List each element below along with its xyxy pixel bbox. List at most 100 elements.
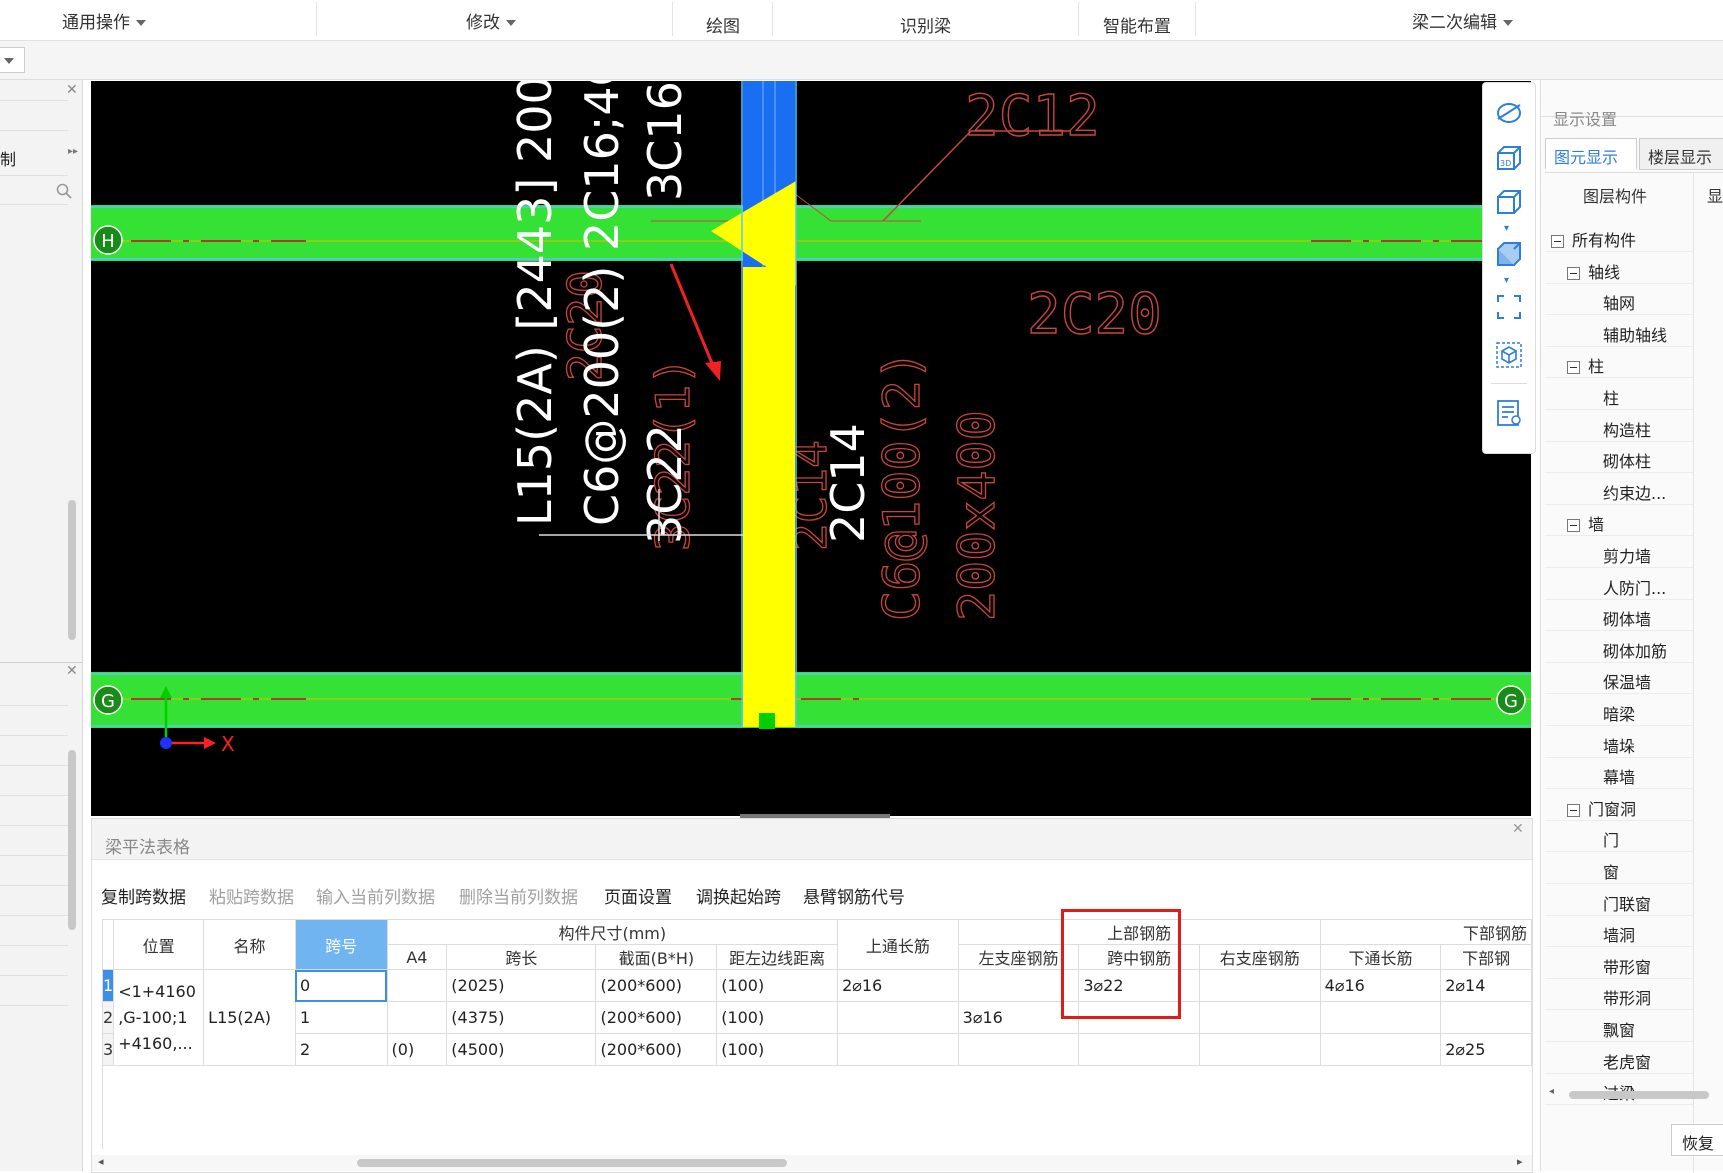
tree-item[interactable]: 柱 [1603,385,1619,409]
close-icon[interactable]: ✕ [1512,821,1524,837]
column-header-right-support[interactable]: 右支座钢筋 [1198,944,1321,970]
chevron-down-icon[interactable]: ▾ [1504,275,1509,286]
column-header-section[interactable]: 截面(B*H) [595,944,718,970]
horizontal-scrollbar[interactable]: ◂ [1549,1086,1723,1100]
drawing-canvas[interactable]: H G G 3C22(1) 2C20 2C14 C6@100(2) 200x40… [91,81,1531,816]
copy-span-button[interactable]: 复制跨数据 [101,883,186,908]
row-number[interactable]: 2 [101,1001,115,1034]
tree-item[interactable]: 窗 [1603,859,1619,883]
cell-a4[interactable]: (0) [386,1033,448,1066]
tree-item[interactable]: 保温墙 [1603,669,1651,693]
chevron-left-icon[interactable]: ◂ [98,1155,104,1168]
beam-h[interactable] [91,205,1531,261]
tree-item[interactable]: 带形洞 [1603,985,1651,1009]
3d-view-icon[interactable]: 3D [1495,145,1523,173]
section-box-icon[interactable] [1495,341,1523,369]
chevron-left-icon[interactable]: ◂ [1549,1086,1554,1097]
tree-item[interactable]: 墙垛 [1603,733,1635,757]
cell-bottom-through[interactable] [1319,1033,1442,1066]
tree-item[interactable]: 轴线 [1567,259,1620,283]
cell-bottom-through[interactable]: 4⌀16 [1319,969,1442,1002]
scrollbar-thumb[interactable] [1569,1091,1709,1099]
row-number[interactable]: 3 [101,1033,115,1066]
tree-item[interactable]: 墙洞 [1603,922,1635,946]
tree-item[interactable]: 约束边... [1603,480,1666,504]
collapse-icon[interactable] [1567,803,1580,817]
cantilever-code-button[interactable]: 悬臂钢筋代号 [803,883,905,908]
cell-right-support[interactable] [1198,1033,1321,1066]
input-column-button[interactable]: 输入当前列数据 [316,883,435,908]
cell-section[interactable]: (200*600) [595,1001,718,1034]
column-header-span-length[interactable]: 跨长 [446,944,597,970]
column-header-bottom-part[interactable]: 下部钢 [1440,944,1532,970]
cell-bottom-part[interactable] [1440,1001,1532,1034]
tree-item[interactable]: 砌体加筋 [1603,638,1667,662]
cell-top-through[interactable]: 2⌀16 [837,969,959,1002]
column-header-top-through[interactable]: 上通长筋 [837,919,959,970]
column-header-span[interactable]: 跨号 [294,919,388,970]
ribbon-group-general[interactable]: 通用操作 [62,8,146,33]
delete-column-button[interactable]: 删除当前列数据 [459,883,578,908]
scrollbar[interactable] [68,500,76,640]
cell-bottom-through[interactable] [1319,1001,1442,1034]
search-icon[interactable] [56,183,72,199]
paste-span-button[interactable]: 粘贴跨数据 [209,883,294,908]
cell-name[interactable]: L15(2A) [203,969,296,1066]
scrollbar-thumb[interactable] [357,1159,787,1167]
cell-section[interactable]: (200*600) [595,1033,718,1066]
left-panel-item[interactable]: 制 [0,146,16,170]
display-list-icon[interactable] [1495,399,1523,427]
ribbon-group-draw[interactable]: 绘图 [706,12,740,37]
tree-item[interactable]: 柱 [1567,353,1604,377]
ribbon-group-identify-beam[interactable]: 识别梁 [900,12,951,37]
tree-item[interactable]: 轴网 [1603,290,1635,314]
column-header-bottom-through[interactable]: 下通长筋 [1319,944,1442,970]
cell-position[interactable]: <1+4160 ,G-100;1 +4160,... [113,969,205,1066]
cell-left-edge[interactable]: (100) [716,1033,839,1066]
expand-icon[interactable]: ▸▸ [68,146,78,157]
column-header-position[interactable]: 位置 [113,919,205,970]
fit-view-icon[interactable] [1495,293,1523,321]
chevron-down-icon[interactable]: ▾ [1504,223,1509,234]
cell-span[interactable]: 1 [294,1001,388,1034]
cell-bottom-part[interactable]: 2⌀25 [1440,1033,1532,1066]
collapse-icon[interactable] [1567,519,1580,533]
cell-a4[interactable] [386,1001,448,1034]
close-icon[interactable]: ✕ [66,663,78,679]
ribbon-group-smart-layout[interactable]: 智能布置 [1103,12,1171,37]
collapse-icon[interactable] [1551,235,1564,248]
cell-left-edge[interactable]: (100) [716,969,839,1002]
tab-element-display[interactable]: 图元显示 [1545,138,1637,170]
tree-item[interactable]: 老虎窗 [1603,1049,1651,1073]
grip-point[interactable] [759,713,775,729]
tree-item[interactable]: 辅助轴线 [1603,322,1667,346]
tree-item[interactable]: 飘窗 [1603,1017,1635,1041]
collapse-icon[interactable] [1567,266,1580,280]
tab-floor-display[interactable]: 楼层显示 [1639,138,1723,170]
cell-span-length[interactable]: (4375) [446,1001,597,1034]
tree-item[interactable]: 门 [1603,827,1619,851]
cell-mid-span[interactable] [1078,1033,1200,1066]
box-view-icon[interactable] [1495,189,1523,217]
cell-right-support[interactable] [1198,969,1321,1002]
tree-item[interactable]: 剪力墙 [1603,543,1651,567]
cell-left-support[interactable] [957,1033,1080,1066]
layer-dropdown[interactable] [0,47,25,73]
restore-button[interactable]: 恢复 [1671,1124,1723,1156]
collapse-icon[interactable] [1567,361,1580,375]
ribbon-group-beam-edit[interactable]: 梁二次编辑 [1412,8,1513,33]
cell-right-support[interactable] [1198,1001,1321,1034]
column-header-name[interactable]: 名称 [203,919,296,970]
tree-item[interactable]: 墙 [1567,511,1604,535]
cell-span-length[interactable]: (2025) [446,969,597,1002]
solid-box-icon[interactable] [1495,241,1523,269]
scrollbar[interactable] [68,750,76,930]
tree-item[interactable]: 人防门... [1603,575,1666,599]
horizontal-scrollbar[interactable]: ◂ ▸ [92,1155,1532,1171]
page-setup-button[interactable]: 页面设置 [604,883,672,908]
cell-section[interactable]: (200*600) [595,969,718,1002]
tree-item[interactable]: 带形窗 [1603,954,1651,978]
tree-item[interactable]: 暗梁 [1603,701,1635,725]
row-number[interactable]: 1 [101,969,115,1002]
cell-bottom-part[interactable]: 2⌀14 [1440,969,1532,1002]
